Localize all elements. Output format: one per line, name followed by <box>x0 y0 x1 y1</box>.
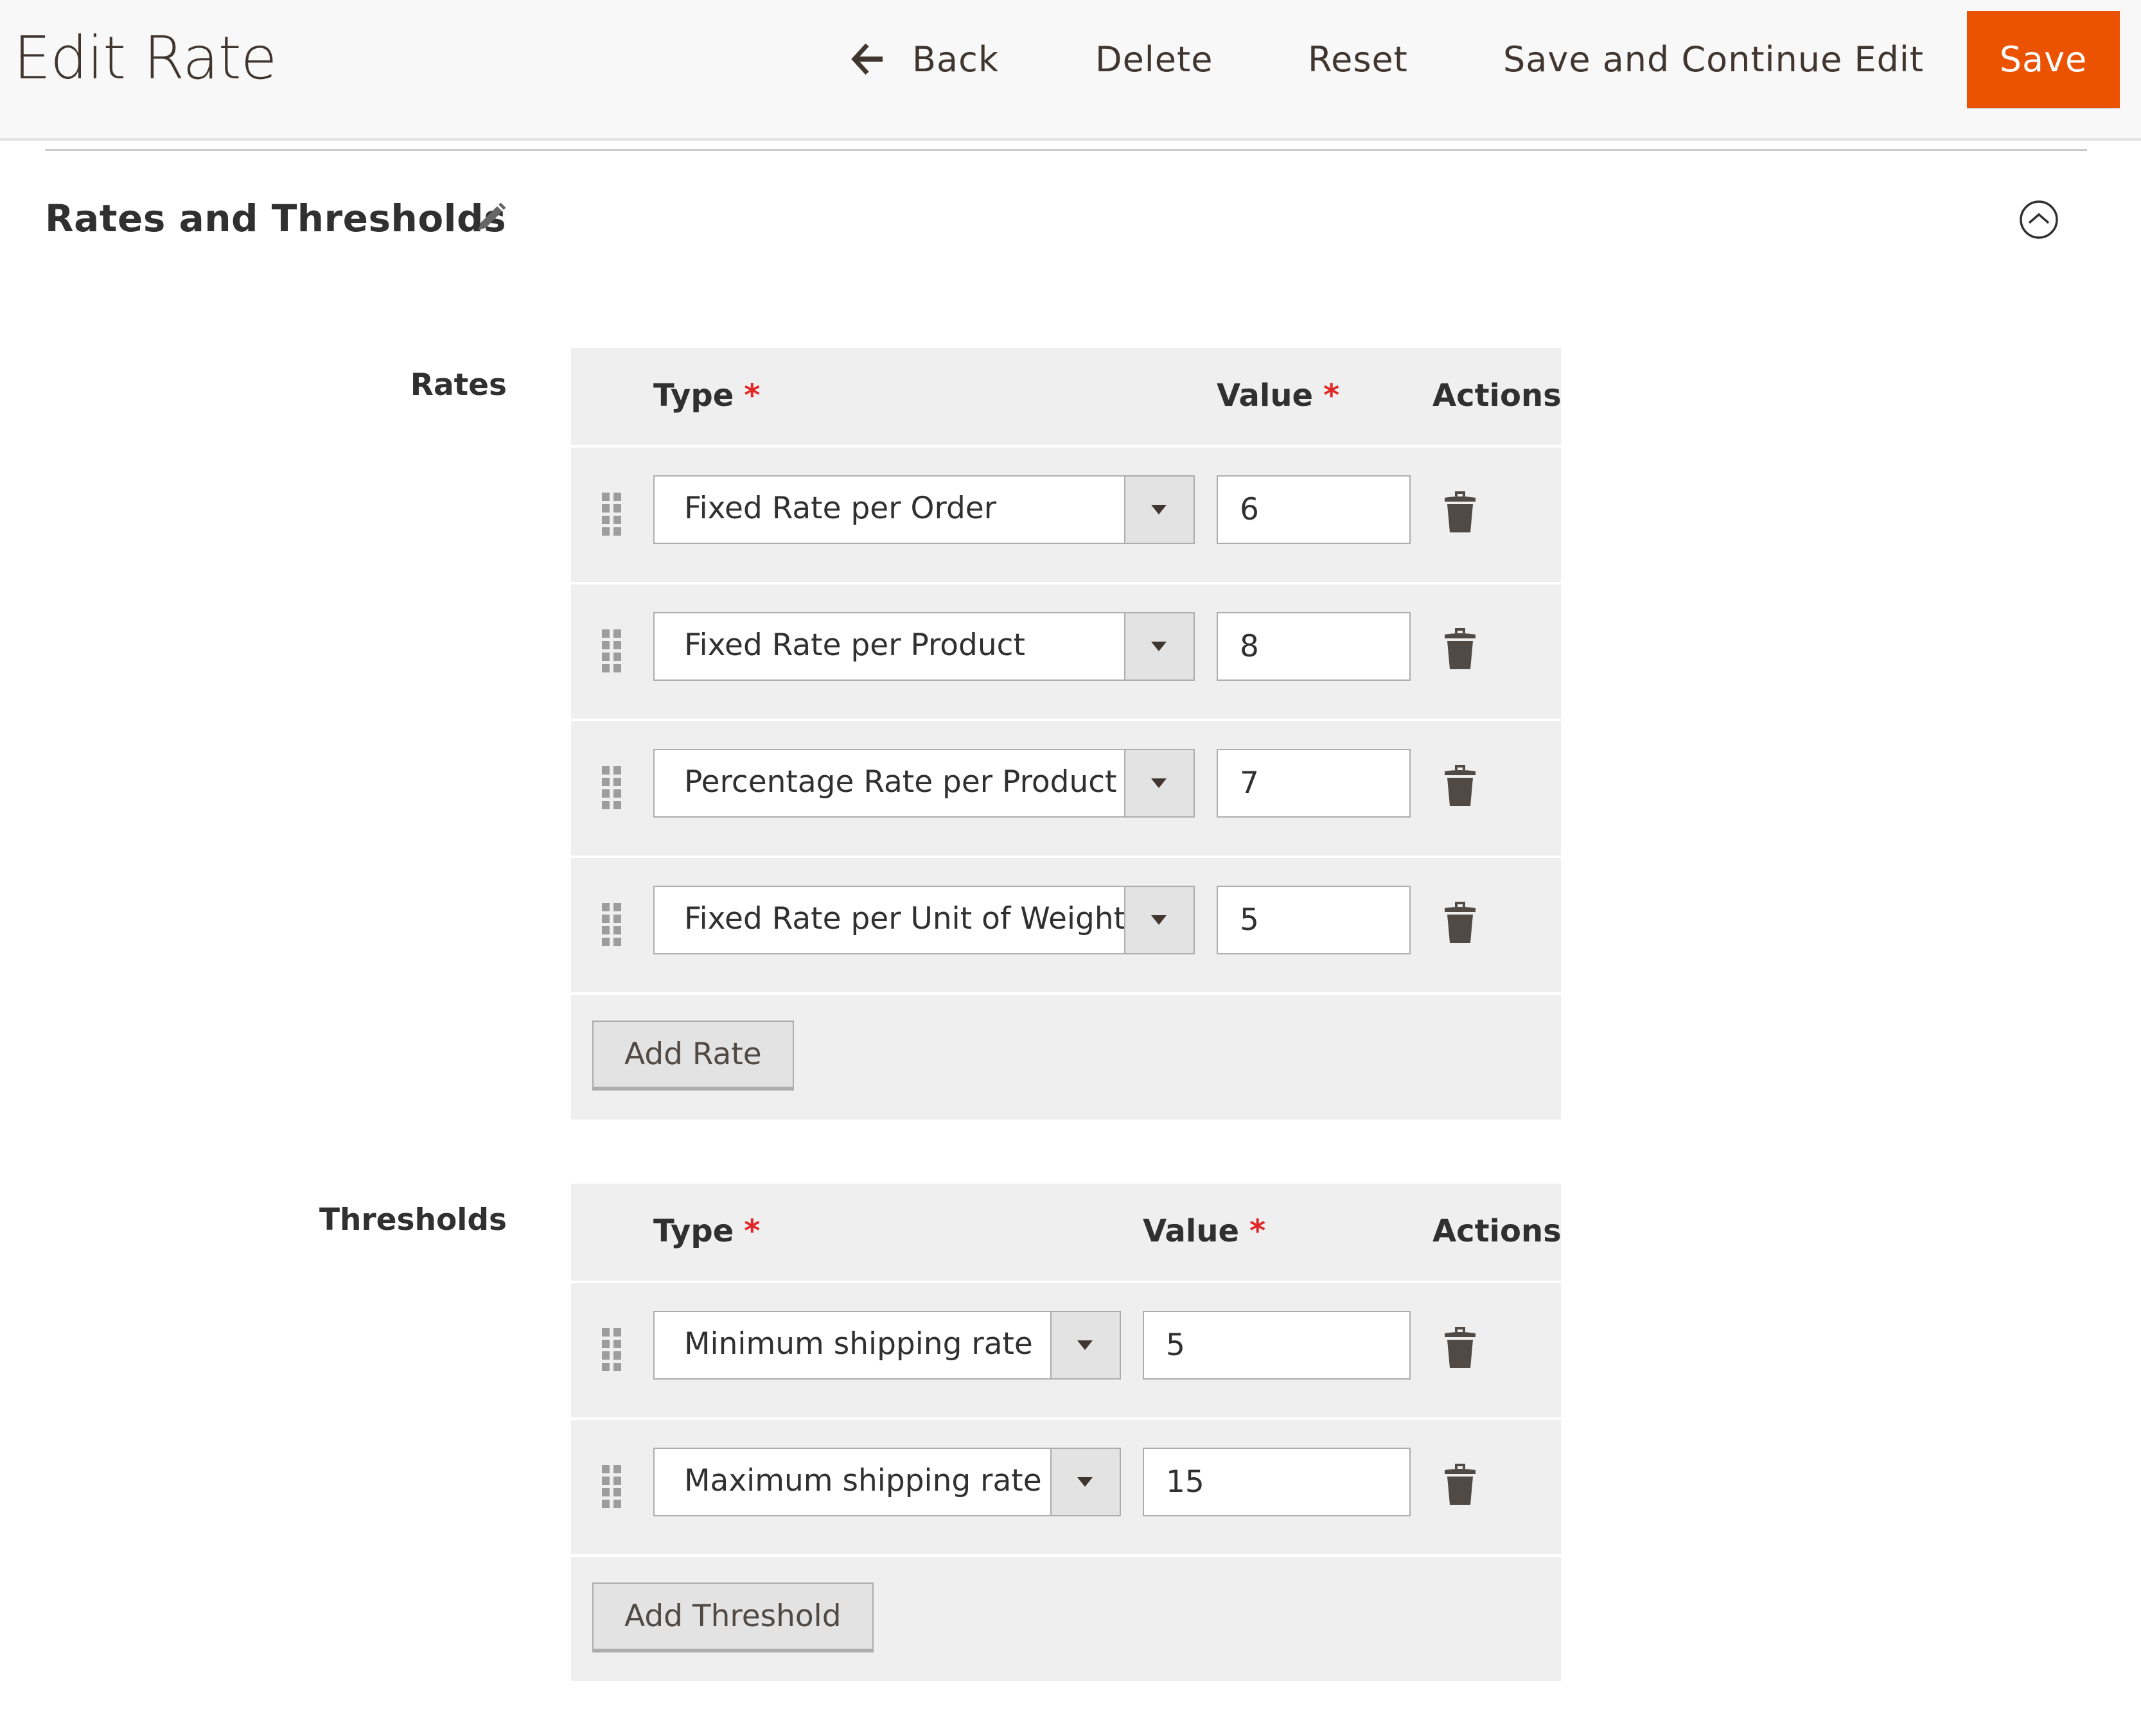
rate-type-select[interactable]: Fixed Rate per Product <box>653 612 1195 681</box>
rate-row: Percentage Rate per Product <box>571 719 1561 855</box>
drag-handle-icon[interactable] <box>602 903 624 947</box>
dropdown-arrow-icon[interactable] <box>1124 613 1194 679</box>
selected-option: Percentage Rate per Product <box>684 764 1117 800</box>
selected-option: Fixed Rate per Order <box>684 491 997 526</box>
thresholds-label: Thresholds <box>319 1202 507 1238</box>
column-header-type: Type * <box>653 376 760 415</box>
required-mark: * <box>744 378 761 414</box>
drag-handle-icon[interactable] <box>602 629 624 673</box>
delete-button[interactable]: Delete <box>1095 35 1213 84</box>
column-value-label: Value <box>1217 378 1314 414</box>
drag-handle-icon[interactable] <box>602 1328 624 1372</box>
add-rate-row: Add Rate <box>571 992 1561 1122</box>
threshold-type-select[interactable]: Minimum shipping rate <box>653 1311 1121 1380</box>
add-threshold-row: Add Threshold <box>571 1554 1561 1683</box>
trash-icon[interactable] <box>1443 1324 1477 1369</box>
trash-icon[interactable] <box>1443 1461 1477 1506</box>
selected-option: Fixed Rate per Unit of Weight <box>684 901 1126 936</box>
dropdown-arrow-icon[interactable] <box>1124 887 1194 953</box>
rate-row: Fixed Rate per Order <box>571 445 1561 582</box>
threshold-value-input[interactable] <box>1143 1311 1411 1380</box>
save-button[interactable]: Save <box>1967 11 2120 108</box>
rate-value-input[interactable] <box>1217 612 1411 681</box>
column-value-label: Value <box>1143 1213 1240 1249</box>
dropdown-arrow-icon[interactable] <box>1050 1312 1120 1378</box>
threshold-row: Maximum shipping rate <box>571 1417 1561 1554</box>
save-and-continue-button[interactable]: Save and Continue Edit <box>1503 35 1924 84</box>
required-mark: * <box>1323 378 1340 414</box>
column-header-value: Value * <box>1217 376 1339 415</box>
selected-option: Minimum shipping rate <box>684 1326 1033 1362</box>
trash-icon[interactable] <box>1443 762 1477 807</box>
threshold-type-select[interactable]: Maximum shipping rate <box>653 1448 1121 1516</box>
column-header-type: Type * <box>653 1212 760 1250</box>
rates-label: Rates <box>410 367 507 403</box>
column-type-label: Type <box>653 378 734 414</box>
rate-row: Fixed Rate per Product <box>571 582 1561 719</box>
rate-row: Fixed Rate per Unit of Weight <box>571 855 1561 992</box>
column-header-actions: Actions <box>1432 1213 1562 1249</box>
rate-value-input[interactable] <box>1217 475 1411 544</box>
rate-type-select[interactable]: Percentage Rate per Product <box>653 749 1195 818</box>
page-header: Edit Rate Back Delete Reset Save and Con… <box>0 0 2141 141</box>
required-mark: * <box>744 1213 761 1249</box>
rate-value-input[interactable] <box>1217 749 1411 818</box>
rate-type-select[interactable]: Fixed Rate per Unit of Weight <box>653 886 1195 954</box>
page-title: Edit Rate <box>13 24 277 92</box>
rate-type-select[interactable]: Fixed Rate per Order <box>653 475 1195 544</box>
required-mark: * <box>1249 1213 1266 1249</box>
reset-button[interactable]: Reset <box>1308 35 1408 84</box>
rates-table: Type * Value * Actions Fixed Rate per Orde… <box>571 348 1562 1122</box>
selected-option: Fixed Rate per Product <box>684 627 1025 663</box>
drag-handle-icon[interactable] <box>602 766 624 810</box>
thresholds-table-header: Type * Value * Actions <box>571 1184 1562 1281</box>
arrow-left-icon[interactable] <box>849 40 885 78</box>
dropdown-arrow-icon[interactable] <box>1124 477 1194 543</box>
trash-icon[interactable] <box>1443 626 1477 671</box>
column-header-value: Value * <box>1143 1212 1265 1250</box>
section-divider <box>45 149 2087 151</box>
trash-icon[interactable] <box>1443 899 1477 944</box>
thresholds-table: Type * Value * Actions Minimum shipping ra… <box>571 1184 1562 1683</box>
drag-handle-icon[interactable] <box>602 1465 624 1509</box>
pencil-icon[interactable] <box>474 199 509 235</box>
section-title[interactable]: Rates and Thresholds <box>45 193 506 244</box>
add-rate-button[interactable]: Add Rate <box>592 1021 794 1091</box>
rates-table-header: Type * Value * Actions <box>571 348 1562 445</box>
threshold-row: Minimum shipping rate <box>571 1281 1561 1417</box>
column-type-label: Type <box>653 1213 734 1249</box>
rate-value-input[interactable] <box>1217 886 1411 954</box>
add-threshold-button[interactable]: Add Threshold <box>592 1583 874 1653</box>
dropdown-arrow-icon[interactable] <box>1050 1449 1120 1515</box>
drag-handle-icon[interactable] <box>602 493 624 536</box>
chevron-up-circle-icon[interactable] <box>2019 200 2059 240</box>
threshold-value-input[interactable] <box>1143 1448 1411 1516</box>
trash-icon[interactable] <box>1443 489 1477 534</box>
selected-option: Maximum shipping rate <box>684 1463 1042 1498</box>
back-button[interactable]: Back <box>912 35 999 84</box>
column-header-actions: Actions <box>1432 378 1562 414</box>
dropdown-arrow-icon[interactable] <box>1124 750 1194 816</box>
